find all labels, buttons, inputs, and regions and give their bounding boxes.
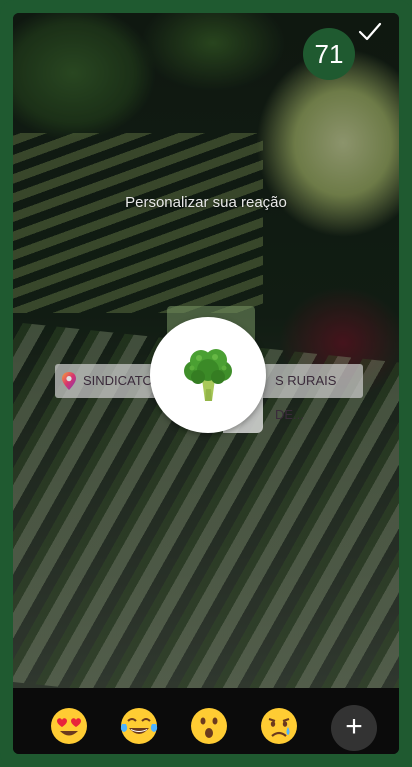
crying-emoji[interactable]	[259, 706, 299, 746]
customize-reaction-prompt: Personalizar sua reação	[125, 194, 287, 211]
story-screen: Personalizar sua reação SINDICATO S RURA…	[13, 13, 399, 754]
step-number-badge: 71	[303, 28, 355, 80]
plus-icon: +	[345, 710, 363, 743]
checkmark-icon[interactable]	[357, 19, 383, 45]
location-name-start: SINDICATO	[83, 373, 153, 388]
tears-of-joy-emoji[interactable]	[119, 706, 159, 746]
device-frame: Personalizar sua reação SINDICATO S RURA…	[0, 0, 412, 767]
heart-eyes-emoji[interactable]	[49, 706, 89, 746]
reaction-slider-preview[interactable]	[150, 317, 266, 433]
add-emoji-button[interactable]: +	[331, 705, 377, 751]
surprised-emoji[interactable]	[189, 706, 229, 746]
location-pin-icon	[62, 372, 76, 390]
location-name-end: S RURAIS DE...	[275, 373, 337, 422]
broccoli-emoji	[184, 349, 232, 401]
